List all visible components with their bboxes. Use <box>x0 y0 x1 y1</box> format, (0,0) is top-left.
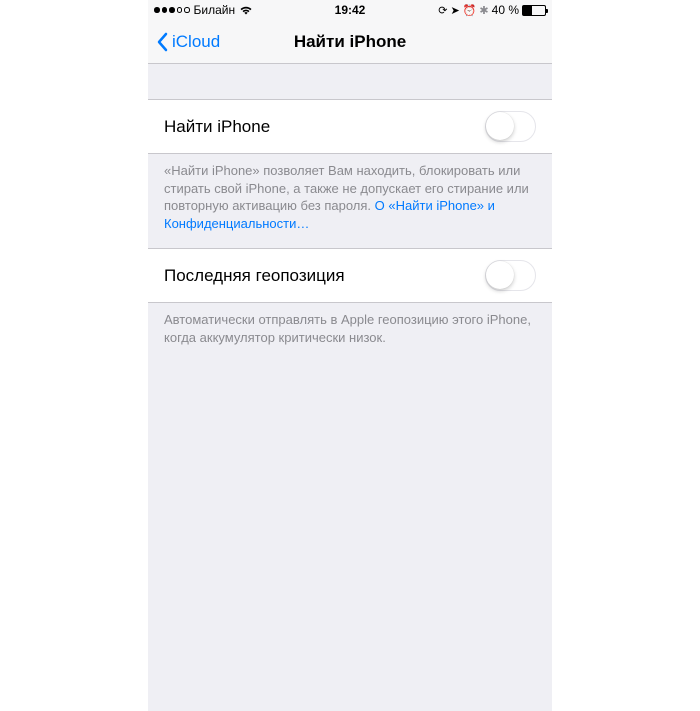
wifi-icon <box>239 5 253 15</box>
find-iphone-row: Найти iPhone <box>148 99 552 154</box>
find-iphone-toggle[interactable] <box>485 111 536 142</box>
toggle-knob <box>486 261 514 289</box>
last-location-toggle[interactable] <box>485 260 536 291</box>
device-frame: Билайн 19:42 ⟳ ➤ ⏰ ✱ 40 % iCloud Найти i… <box>148 0 552 711</box>
location-icon: ➤ <box>451 4 460 17</box>
toggle-knob <box>486 112 514 140</box>
status-time: 19:42 <box>335 3 366 17</box>
orientation-lock-icon: ⟳ <box>438 4 447 17</box>
last-location-label: Последняя геопозиция <box>164 266 345 286</box>
last-location-footer-text: Автоматически отправлять в Apple геопози… <box>164 312 531 345</box>
find-iphone-label: Найти iPhone <box>164 117 270 137</box>
status-left: Билайн <box>154 3 253 17</box>
spacer <box>148 64 552 99</box>
battery-percent: 40 % <box>492 3 519 17</box>
last-location-row: Последняя геопозиция <box>148 248 552 303</box>
nav-bar: iCloud Найти iPhone <box>148 20 552 64</box>
status-right: ⟳ ➤ ⏰ ✱ 40 % <box>438 3 546 17</box>
chevron-left-icon <box>156 32 168 52</box>
status-bar: Билайн 19:42 ⟳ ➤ ⏰ ✱ 40 % <box>148 0 552 20</box>
battery-icon <box>522 5 546 16</box>
content-area: Найти iPhone «Найти iPhone» позволяет Ва… <box>148 64 552 711</box>
last-location-footer: Автоматически отправлять в Apple геопози… <box>148 303 552 362</box>
carrier-label: Билайн <box>194 3 236 17</box>
signal-strength-icon <box>154 7 190 13</box>
find-iphone-footer: «Найти iPhone» позволяет Вам находить, б… <box>148 154 552 248</box>
back-label: iCloud <box>172 32 220 52</box>
bluetooth-icon: ✱ <box>479 4 488 17</box>
alarm-icon: ⏰ <box>463 4 477 17</box>
page-title: Найти iPhone <box>294 32 406 52</box>
back-button[interactable]: iCloud <box>156 32 220 52</box>
